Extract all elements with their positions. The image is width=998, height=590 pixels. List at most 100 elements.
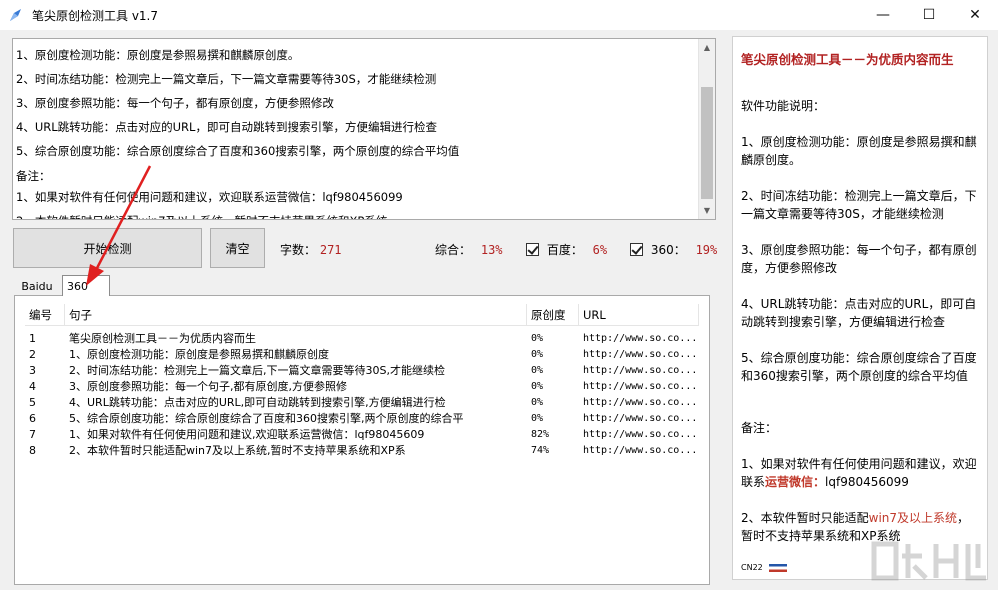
word-count-value: 271 [319,243,342,257]
s360-value: 19% [695,243,718,257]
help-content: 笔尖原创检测工具－－为优质内容而生 软件功能说明： 1、原创度检测功能：原创度是… [732,36,988,580]
language-indicator[interactable]: CN22 [741,559,787,577]
note2-highlight: win7及以上系统 [868,511,958,525]
row-originality: 74% [531,444,550,456]
row-url-link[interactable]: http://www.so.co... [579,442,699,458]
tab-360[interactable]: 360 [62,275,110,296]
note1-highlight: 运营微信： [765,475,826,489]
table-row[interactable]: 6 5、综合原创度功能：综合原创度综合了百度和360搜索引擎,两个原创度的综合平 0… [25,410,699,426]
table-row[interactable]: 2 1、原创度检测功能：原创度是参照易撰和麒麟原创度 0% http://www.so… [25,346,699,362]
overall-value: 13% [480,243,503,257]
info-line: 3、原创度参照功能：每一个句子，都有原创度，方便参照修改 [16,96,334,110]
flag-icon [768,564,787,572]
table-row[interactable]: 7 1、如果对软件有任何使用问题和建议,欢迎联系运营微信：lqf98045609 8… [25,426,699,442]
row-index: 5 [29,395,36,409]
watermark-logo-icon [871,541,986,581]
window-title: 笔尖原创检测工具 v1.7 [32,8,159,23]
word-count-label: 字数： [280,243,317,257]
lang-label: CN22 [741,563,763,572]
info-line: 2、本软件暂时只能适配win7及以上系统，暂时不支持苹果系统和XP系统 [16,209,696,219]
s360-label: 360： [650,243,686,257]
row-index: 7 [29,427,36,441]
row-url-link[interactable]: http://www.so.co... [579,346,699,362]
article-textarea[interactable]: 1、原创度检测功能：原创度是参照易撰和麒麟原创度。 2、时间冻结功能：检测完上一… [12,38,716,220]
s360-score: 360： 19% [630,241,717,258]
help-item: 4、URL跳转功能：点击对应的URL，即可自动跳转到搜索引擎，方便编辑进行检查 [741,297,977,329]
row-url-link[interactable]: http://www.so.co... [579,426,699,442]
help-title: 笔尖原创检测工具－－为优质内容而生 [741,52,954,67]
row-url-link[interactable]: http://www.so.co... [579,330,699,346]
baidu-score: 百度： 6% [526,241,607,258]
row-originality: 0% [531,380,544,392]
row-url-link[interactable]: http://www.so.co... [579,378,699,394]
column-header-index[interactable]: 编号 [25,304,65,325]
row-url-link[interactable]: http://www.so.co... [579,394,699,410]
main-panel: 1、原创度检测功能：原创度是参照易撰和麒麟原创度。 2、时间冻结功能：检测完上一… [0,30,724,590]
row-index: 3 [29,363,36,377]
column-header-url[interactable]: URL [579,304,699,325]
row-index: 8 [29,443,36,457]
row-originality: 0% [531,364,544,376]
table-row[interactable]: 1 笔尖原创检测工具－－为优质内容而生 0% http://www.so.co... [25,330,699,346]
row-sentence: 1、原创度检测功能：原创度是参照易撰和麒麟原创度 [69,348,329,361]
info-line: 4、URL跳转功能：点击对应的URL，即可自动跳转到搜索引擎，方便编辑进行检查 [16,120,437,134]
table-header: 编号 句子 原创度 URL [25,304,699,326]
help-item: 5、综合原创度功能：综合原创度综合了百度和360搜索引擎，两个原创度的综合平均值 [741,351,977,383]
start-check-button[interactable]: 开始检测 [13,228,202,268]
vertical-scrollbar[interactable]: ▲ ▼ [698,39,715,219]
row-sentence: 2、时间冻结功能：检测完上一篇文章后,下一篇文章需要等待30S,才能继续检 [69,364,445,377]
help-note-1: 1、如果对软件有任何使用问题和建议，欢迎联系运营微信：lqf980456099 [741,455,979,491]
help-note-label: 备注： [741,421,778,435]
help-item: 1、原创度检测功能：原创度是参照易撰和麒麟原创度。 [741,135,977,167]
info-line: 备注： [16,169,51,183]
close-button[interactable]: ✕ [952,0,998,30]
row-sentence: 2、本软件暂时只能适配win7及以上系统,暂时不支持苹果系统和XP系 [69,444,406,457]
help-item: 3、原创度参照功能：每一个句子，都有原创度，方便参照修改 [741,243,977,275]
scroll-thumb[interactable] [701,87,713,199]
table-row[interactable]: 5 4、URL跳转功能：点击对应的URL,即可自动跳转到搜索引擎,方便编辑进行检 0… [25,394,699,410]
help-subtitle: 软件功能说明： [741,99,826,113]
overall-label: 综合： [435,243,472,257]
note1-wechat: lqf980456099 [825,475,909,489]
maximize-button[interactable]: ☐ [906,0,952,30]
row-originality: 0% [531,348,544,360]
row-sentence: 1、如果对软件有任何使用问题和建议,欢迎联系运营微信：lqf98045609 [69,428,425,441]
results-table: 编号 句子 原创度 URL 1 笔尖原创检测工具－－为优质内容而生 0% http:/… [25,304,699,458]
info-line: 1、如果对软件有任何使用问题和建议，欢迎联系运营微信：lqf980456099 [16,190,403,204]
scroll-up-icon[interactable]: ▲ [699,39,715,56]
row-sentence: 笔尖原创检测工具－－为优质内容而生 [69,332,256,345]
info-line: 1、原创度检测功能：原创度是参照易撰和麒麟原创度。 [16,48,300,62]
tab-baidu[interactable]: Baidu [14,277,60,295]
table-row[interactable]: 8 2、本软件暂时只能适配win7及以上系统,暂时不支持苹果系统和XP系 74% ht… [25,442,699,458]
overall-score: 综合： 13% [435,241,503,258]
pen-icon [8,7,24,23]
column-header-sentence[interactable]: 句子 [65,304,527,325]
table-row[interactable]: 4 3、原创度参照功能：每一个句子,都有原创度,方便参照修 0% http://www… [25,378,699,394]
column-header-originality[interactable]: 原创度 [527,304,579,325]
title-bar: 笔尖原创检测工具 v1.7 — ☐ ✕ [0,0,998,30]
help-item: 2、时间冻结功能：检测完上一篇文章后，下一篇文章需要等待30S，才能继续检测 [741,189,977,221]
note2-text: 2、本软件暂时只能适配 [741,511,869,525]
scroll-down-icon[interactable]: ▼ [699,202,715,219]
info-line: 2、时间冻结功能：检测完上一篇文章后，下一篇文章需要等待30S，才能继续检测 [16,72,437,86]
info-line: 5、综合原创度功能：综合原创度综合了百度和360搜索引擎，两个原创度的综合平均值 [16,144,460,158]
row-originality: 82% [531,428,550,440]
row-sentence: 4、URL跳转功能：点击对应的URL,即可自动跳转到搜索引擎,方便编辑进行检 [69,396,446,409]
row-originality: 0% [531,412,544,424]
s360-checkbox[interactable] [630,243,643,256]
results-panel: 编号 句子 原创度 URL 1 笔尖原创检测工具－－为优质内容而生 0% http:/… [14,295,710,585]
minimize-button[interactable]: — [860,0,906,30]
baidu-label: 百度： [546,243,583,257]
row-url-link[interactable]: http://www.so.co... [579,362,699,378]
row-url-link[interactable]: http://www.so.co... [579,410,699,426]
clear-button[interactable]: 清空 [210,228,265,268]
word-count: 字数： 271 [280,241,342,258]
help-panel: 笔尖原创检测工具－－为优质内容而生 软件功能说明： 1、原创度检测功能：原创度是… [724,30,998,590]
row-index: 2 [29,347,36,361]
row-index: 4 [29,379,36,393]
table-row[interactable]: 3 2、时间冻结功能：检测完上一篇文章后,下一篇文章需要等待30S,才能继续检 0%… [25,362,699,378]
baidu-checkbox[interactable] [526,243,539,256]
row-sentence: 3、原创度参照功能：每一个句子,都有原创度,方便参照修 [69,380,347,393]
row-index: 1 [29,331,36,345]
row-index: 6 [29,411,36,425]
